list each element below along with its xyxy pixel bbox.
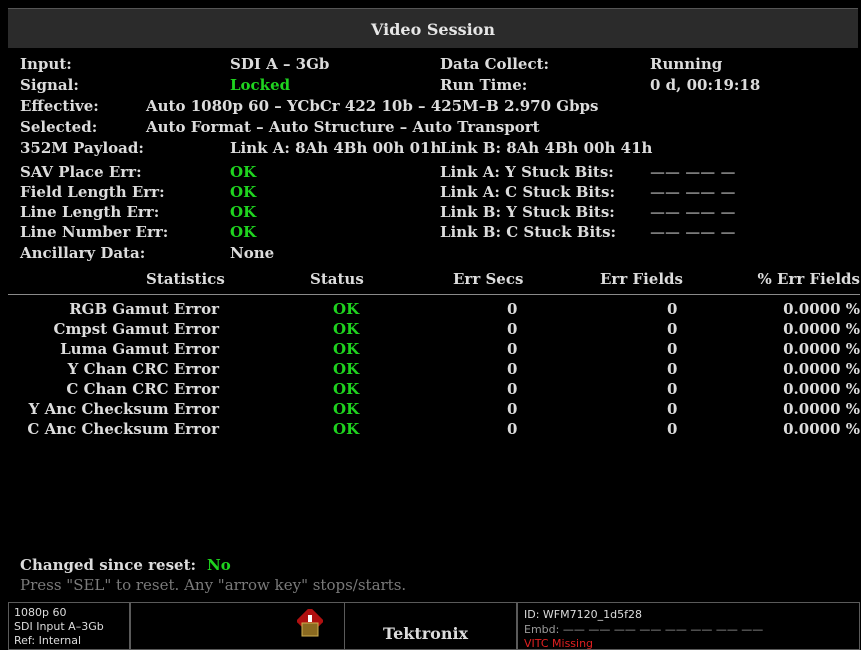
stat-pct: 0.0000 % — [783, 420, 860, 438]
input-label: Input: — [20, 55, 72, 73]
error-status: OK — [230, 223, 257, 241]
input-value: SDI A – 3Gb — [230, 55, 330, 73]
stat-name: Cmpst Gamut Error — [53, 320, 220, 338]
brand-logo: Tektronix — [383, 624, 469, 643]
stat-status: OK — [333, 400, 360, 418]
stuck-bits-label: Link B: C Stuck Bits: — [440, 223, 617, 241]
col-header-statistics: Statistics — [146, 270, 225, 288]
payload-link-b: Link B: 8Ah 4Bh 00h 41h — [440, 139, 653, 157]
error-label: SAV Place Err: — [20, 163, 142, 181]
effective-label: Effective: — [20, 97, 99, 115]
stat-err-fields: 0 — [667, 340, 678, 358]
stuck-bits-value: —— —— — — [650, 163, 736, 181]
error-status: OK — [230, 183, 257, 201]
ancillary-label: Ancillary Data: — [20, 244, 146, 262]
error-status: OK — [230, 163, 257, 181]
page-title: Video Session — [371, 19, 495, 39]
error-label: Line Length Err: — [20, 203, 160, 221]
changed-since-reset-label: Changed since reset: — [20, 556, 197, 574]
stuck-bits-label: Link B: Y Stuck Bits: — [440, 203, 615, 221]
stat-name: C Chan CRC Error — [66, 380, 219, 398]
stat-name: RGB Gamut Error — [69, 300, 219, 318]
stat-err-secs: 0 — [507, 360, 518, 378]
stat-pct: 0.0000 % — [783, 320, 860, 338]
selected-label: Selected: — [20, 118, 98, 136]
stat-status: OK — [333, 320, 360, 338]
col-header-status: Status — [310, 270, 364, 288]
stat-err-fields: 0 — [667, 300, 678, 318]
warning-icon[interactable] — [297, 609, 323, 637]
run-time-value: 0 d, 00:19:18 — [650, 76, 761, 94]
stat-err-fields: 0 — [667, 320, 678, 338]
stat-err-fields: 0 — [667, 360, 678, 378]
signal-value: Locked — [230, 76, 291, 94]
stat-status: OK — [333, 360, 360, 378]
stat-status: OK — [333, 380, 360, 398]
status-format: 1080p 60 — [14, 606, 67, 619]
stat-pct: 0.0000 % — [783, 360, 860, 378]
payload-label: 352M Payload: — [20, 139, 144, 157]
stat-err-secs: 0 — [507, 380, 518, 398]
stat-err-secs: 0 — [507, 340, 518, 358]
stat-err-fields: 0 — [667, 420, 678, 438]
stat-pct: 0.0000 % — [783, 340, 860, 358]
stat-status: OK — [333, 340, 360, 358]
stat-err-secs: 0 — [507, 420, 518, 438]
stuck-bits-label: Link A: Y Stuck Bits: — [440, 163, 614, 181]
stuck-bits-value: —— —— — — [650, 183, 736, 201]
stat-err-secs: 0 — [507, 400, 518, 418]
signal-label: Signal: — [20, 76, 79, 94]
stat-name: Luma Gamut Error — [60, 340, 219, 358]
stat-status: OK — [333, 420, 360, 438]
stat-err-secs: 0 — [507, 300, 518, 318]
stat-pct: 0.0000 % — [783, 400, 860, 418]
col-header-err-secs: Err Secs — [453, 270, 524, 288]
reset-hint: Press "SEL" to reset. Any "arrow key" st… — [20, 576, 407, 594]
col-header-err-fields: Err Fields — [600, 270, 683, 288]
window-title: Video Session — [8, 8, 858, 49]
stat-status: OK — [333, 300, 360, 318]
stat-err-fields: 0 — [667, 380, 678, 398]
stat-name: Y Chan CRC Error — [67, 360, 219, 378]
col-header-pct-err-fields: % Err Fields — [757, 270, 860, 288]
error-status: OK — [230, 203, 257, 221]
data-collect-label: Data Collect: — [440, 55, 550, 73]
stat-name: Y Anc Checksum Error — [28, 400, 219, 418]
status-id: ID: WFM7120_1d5f28 — [524, 608, 642, 621]
error-label: Field Length Err: — [20, 183, 165, 201]
stat-err-secs: 0 — [507, 320, 518, 338]
stuck-bits-label: Link A: C Stuck Bits: — [440, 183, 616, 201]
run-time-label: Run Time: — [440, 76, 528, 94]
stuck-bits-value: —— —— — — [650, 223, 736, 241]
status-vitc: VITC Missing — [524, 637, 594, 650]
stat-pct: 0.0000 % — [783, 380, 860, 398]
status-embd: Embd: —— —— —— —— —— —— —— —— — [524, 623, 764, 636]
payload-link-a: Link A: 8Ah 4Bh 00h 01h — [230, 139, 442, 157]
ancillary-value: None — [230, 244, 275, 262]
status-input: SDI Input A–3Gb — [14, 620, 104, 633]
stat-pct: 0.0000 % — [783, 300, 860, 318]
stuck-bits-value: —— —— — — [650, 203, 736, 221]
changed-since-reset-value: No — [207, 556, 231, 574]
stat-err-fields: 0 — [667, 400, 678, 418]
error-label: Line Number Err: — [20, 223, 169, 241]
waveform-monitor-screen: Video Session Input: SDI A – 3Gb Data Co… — [0, 0, 861, 650]
table-divider — [8, 294, 860, 295]
effective-value: Auto 1080p 60 – YCbCr 422 10b – 425M–B 2… — [146, 97, 599, 115]
status-ref: Ref: Internal — [14, 634, 81, 647]
stat-name: C Anc Checksum Error — [27, 420, 219, 438]
data-collect-value: Running — [650, 55, 723, 73]
selected-value: Auto Format – Auto Structure – Auto Tran… — [146, 118, 540, 136]
